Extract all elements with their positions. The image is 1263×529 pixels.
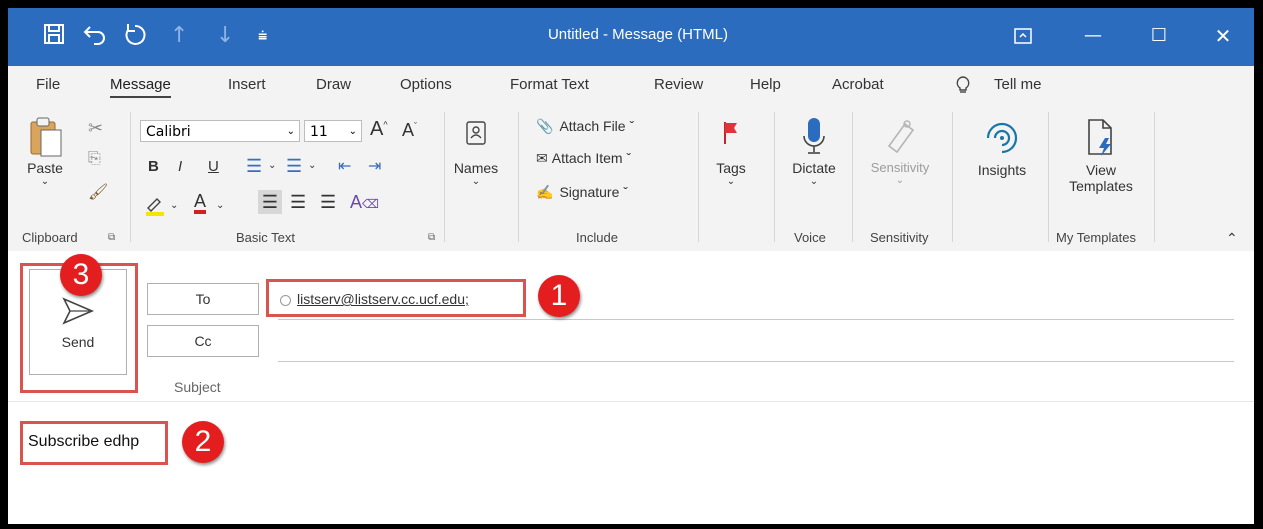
chevron-down-icon: ⌄ (895, 175, 905, 186)
tab-acrobat[interactable]: Acrobat (832, 76, 884, 93)
clipboard-launcher-icon[interactable]: ⧉ (108, 232, 115, 243)
chevron-down-icon[interactable]: ⌄ (268, 160, 276, 171)
group-label-voice: Voice (794, 230, 826, 245)
insights-button[interactable]: Insights (964, 118, 1040, 178)
minimize-icon[interactable]: — (1070, 20, 1116, 52)
view-templates-button[interactable]: View Templates (1056, 118, 1146, 194)
dictate-button[interactable]: Dictate ⌄ (782, 116, 846, 187)
maximize-icon[interactable]: ☐ (1136, 20, 1182, 52)
redo-icon[interactable] (122, 22, 148, 54)
copy-icon[interactable]: ⎘ (88, 150, 101, 168)
grow-font-icon[interactable]: A^ (370, 118, 388, 141)
signature-button[interactable]: ✍ Signature ˇ (536, 184, 628, 201)
names-label: Names (453, 160, 499, 176)
dictate-label: Dictate (792, 160, 836, 176)
chevron-down-icon[interactable]: ⌄ (170, 200, 178, 211)
cut-icon[interactable]: ✂ (88, 118, 103, 139)
tab-insert[interactable]: Insert (228, 76, 266, 93)
attach-item-button[interactable]: ✉ Attach Item ˇ (536, 150, 631, 167)
font-name-dropdown[interactable]: Calibri ⌄ (140, 120, 300, 142)
close-icon[interactable]: ✕ (1200, 20, 1246, 52)
tab-help[interactable]: Help (750, 76, 781, 93)
chevron-down-icon: ⌄ (40, 176, 50, 187)
chevron-down-icon: ⌄ (809, 176, 819, 187)
bullets-icon[interactable]: ☰ (246, 156, 262, 177)
callout-box-to (266, 279, 526, 317)
callout-box-body (20, 421, 168, 465)
collapse-ribbon-icon[interactable]: ⌃ (1226, 230, 1238, 247)
font-size-dropdown[interactable]: 11 ⌄ (304, 120, 362, 142)
to-field-underline (278, 319, 1234, 320)
to-button[interactable]: To (147, 283, 259, 315)
sensitivity-button[interactable]: Sensitivity ⌄ (858, 116, 942, 186)
subject-divider (8, 401, 1254, 402)
cc-field-underline (278, 361, 1234, 362)
compose-area: Send To Cc Subject listserv@listserv.cc.… (8, 251, 1254, 524)
align-left-icon[interactable]: ☰ (258, 190, 282, 214)
group-label-sensitivity: Sensitivity (870, 230, 929, 245)
increase-indent-icon[interactable]: ⇥ (368, 156, 381, 176)
tell-me-search[interactable]: Tell me (994, 76, 1042, 93)
signature-icon: ✍ (536, 184, 554, 200)
align-right-icon[interactable]: ☰ (320, 192, 336, 213)
ribbon: Paste ⌄ ✂ ⎘ 🖌 Clipboard ⧉ Calibri ⌄ 11 ⌄ A… (8, 106, 1254, 252)
tags-label: Tags (716, 160, 746, 176)
tab-review[interactable]: Review (654, 76, 703, 93)
attach-item-icon: ✉ (536, 150, 548, 166)
undo-icon[interactable] (82, 22, 108, 54)
group-label-my-templates: My Templates (1056, 230, 1136, 245)
italic-button[interactable]: I (178, 158, 182, 175)
tab-file[interactable]: File (36, 76, 60, 93)
chevron-down-icon: ⌄ (471, 176, 481, 187)
tab-message[interactable]: Message (110, 76, 171, 98)
basic-text-launcher-icon[interactable]: ⧉ (428, 232, 435, 243)
sensitivity-label: Sensitivity (870, 160, 930, 175)
names-button[interactable]: Names ⌄ (448, 120, 504, 187)
font-color-icon[interactable]: A (194, 192, 207, 214)
shrink-font-icon[interactable]: Aˇ (402, 120, 417, 141)
highlight-icon[interactable] (144, 194, 166, 219)
ribbon-tabs: File Message Insert Draw Options Format … (8, 66, 1254, 106)
group-label-basic-text: Basic Text (236, 230, 296, 245)
format-painter-icon[interactable]: 🖌 (88, 182, 108, 202)
customize-icon[interactable]: ⩧ (258, 22, 267, 50)
chevron-down-icon[interactable]: ⌄ (216, 200, 224, 211)
callout-badge-2: 2 (182, 421, 224, 463)
decrease-indent-icon[interactable]: ⇤ (338, 156, 351, 176)
view-templates-label-1: View (1085, 162, 1117, 178)
tags-button[interactable]: Tags ⌄ (702, 120, 760, 187)
paste-button[interactable]: Paste ⌄ (20, 116, 70, 187)
tab-draw[interactable]: Draw (316, 76, 351, 93)
title-bar: ↑ ↓ ⩧ Untitled - Message (HTML) — ☐ ✕ (8, 8, 1254, 66)
window-title: Untitled - Message (HTML) (547, 26, 729, 43)
chevron-down-icon[interactable]: ⌄ (308, 160, 316, 171)
lightbulb-icon (956, 76, 970, 98)
clear-formatting-icon[interactable]: A⌫ (350, 192, 379, 213)
group-label-clipboard: Clipboard (22, 230, 78, 245)
subject-label: Subject (174, 379, 221, 395)
insights-label: Insights (977, 162, 1027, 178)
view-templates-label-2: Templates (1069, 178, 1133, 194)
tab-format-text[interactable]: Format Text (510, 76, 589, 93)
paste-label: Paste (27, 160, 63, 176)
numbering-icon[interactable]: ☰ (286, 156, 302, 177)
callout-badge-1: 1 (538, 275, 580, 317)
attach-file-button[interactable]: 📎 Attach File ˇ (536, 118, 634, 135)
outlook-message-window: ↑ ↓ ⩧ Untitled - Message (HTML) — ☐ ✕ Fi… (8, 8, 1254, 524)
up-arrow-icon[interactable]: ↑ (170, 22, 188, 50)
cc-button[interactable]: Cc (147, 325, 259, 357)
bold-button[interactable]: B (148, 158, 159, 175)
tab-options[interactable]: Options (400, 76, 452, 93)
align-center-icon[interactable]: ☰ (290, 192, 306, 213)
group-label-include: Include (576, 230, 618, 245)
callout-badge-3: 3 (60, 254, 102, 296)
chevron-down-icon: ⌄ (726, 176, 736, 187)
underline-button[interactable]: U (208, 158, 219, 175)
ribbon-display-options-icon[interactable] (1000, 20, 1046, 52)
down-arrow-icon[interactable]: ↓ (216, 22, 234, 50)
paperclip-icon: 📎 (536, 118, 554, 134)
save-icon[interactable] (42, 22, 66, 54)
